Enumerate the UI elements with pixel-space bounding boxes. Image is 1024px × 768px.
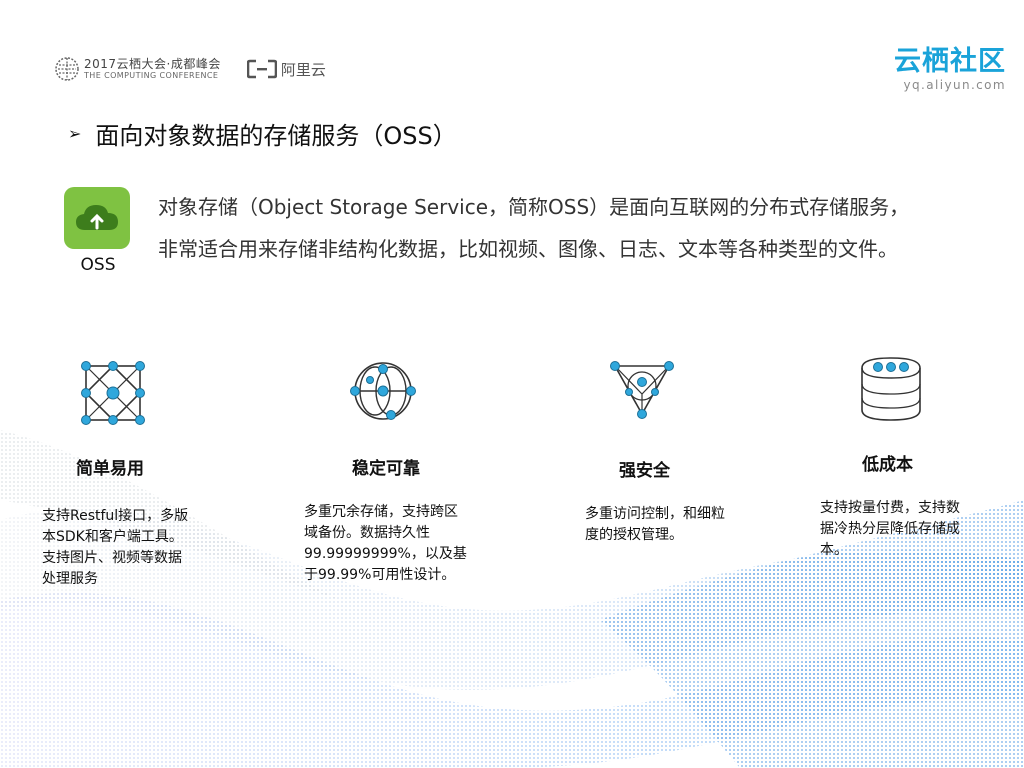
- orbit-circles-icon: [350, 362, 416, 420]
- triangle-shield-icon: [610, 361, 674, 419]
- brand-url: yq.aliyun.com: [903, 78, 1006, 92]
- feature-description: 支持Restful接口，多版 本SDK和客户端工具。 支持图片、视频等数据 处理…: [42, 508, 189, 587]
- header-logos: 2017云栖大会·成都峰会 THE COMPUTING CONFERENCE 阿…: [54, 56, 326, 82]
- feature-title: 稳定可靠: [352, 459, 420, 479]
- description-line-2: 非常适合用来存储非结构化数据，比如视频、图像、日志、文本等各种类型的文件。: [158, 237, 898, 261]
- database-stack-icon: [861, 357, 921, 421]
- description-line-1: 对象存储（Object Storage Service，简称OSS）是面向互联网…: [158, 195, 910, 219]
- oss-label: OSS: [80, 255, 116, 275]
- aliyun-logo: 阿里云: [246, 59, 326, 80]
- feature-title: 强安全: [619, 461, 670, 481]
- feature-title: 简单易用: [76, 459, 144, 479]
- oss-product: OSS: [64, 187, 132, 275]
- brand-block: 云栖社区 yq.aliyun.com: [894, 48, 1006, 92]
- feature-description: 多重冗余存储，支持跨区 域备份。数据持久性 99.99999999%，以及基 于…: [304, 504, 467, 583]
- oss-cloud-icon: [64, 187, 130, 249]
- conference-subtitle: THE COMPUTING CONFERENCE: [84, 71, 219, 80]
- feature-description: 支持按量付费，支持数 据冷热分层降低存储成 本。: [820, 500, 960, 558]
- section-title: ➢ 面向对象数据的存储服务（OSS）: [68, 116, 457, 151]
- section-title-text: 面向对象数据的存储服务（OSS）: [95, 122, 457, 150]
- bullet-arrow-icon: ➢: [68, 124, 82, 143]
- conference-logo: 2017云栖大会·成都峰会 THE COMPUTING CONFERENCE: [54, 56, 221, 82]
- grid-network-icon: [81, 361, 145, 425]
- oss-description: 对象存储（Object Storage Service，简称OSS）是面向互联网…: [158, 186, 1008, 270]
- aliyun-name: 阿里云: [280, 60, 326, 79]
- feature-title: 低成本: [862, 455, 913, 475]
- brand-name: 云栖社区: [894, 46, 1006, 77]
- feature-description: 多重访问控制，和细粒 度的授权管理。: [585, 506, 725, 543]
- globe-grid-icon: [55, 57, 79, 81]
- aliyun-bracket-icon: [246, 59, 277, 79]
- conference-name: 2017云栖大会·成都峰会: [84, 57, 221, 71]
